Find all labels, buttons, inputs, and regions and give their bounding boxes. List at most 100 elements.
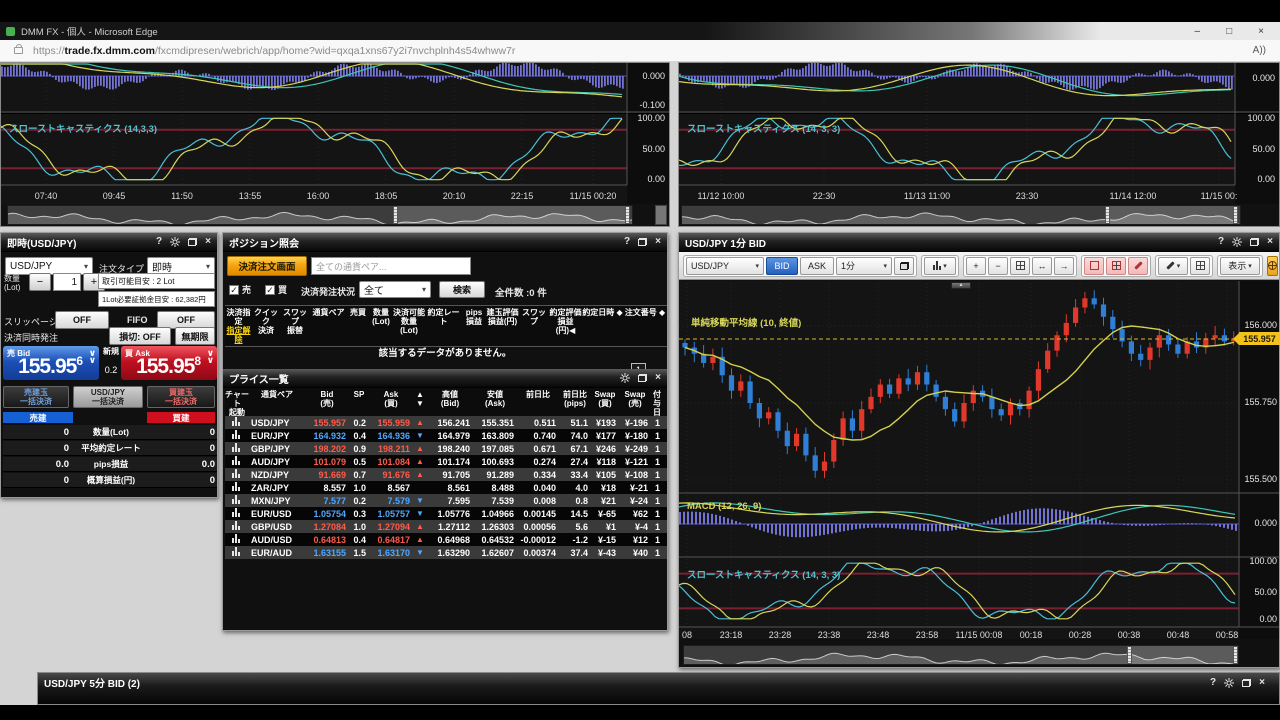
close-panel-icon[interactable]: ×	[205, 237, 211, 247]
close-panel-icon[interactable]: ×	[655, 373, 661, 383]
quantity-minus-button[interactable]: −	[29, 273, 51, 291]
ask-toggle[interactable]: ASK	[800, 257, 834, 275]
settings-gear-icon[interactable]	[1232, 237, 1242, 247]
position-header-cell[interactable]: 決済可能数量(Lot)	[393, 306, 425, 346]
chart-launch-icon[interactable]	[225, 482, 249, 493]
chart-panel-topright[interactable]: 11/12 10:0022:3011/13 11:0023:3011/14 12…	[678, 62, 1280, 227]
main-chart-canvas[interactable]: 0823:1823:2823:3823:4823:5811/15 00:0800…	[679, 281, 1279, 643]
close-panel-icon[interactable]: ×	[1259, 678, 1265, 688]
draw-tool-3-icon[interactable]	[1128, 257, 1148, 275]
close-panel-icon[interactable]: ×	[655, 237, 661, 247]
settings-gear-icon[interactable]	[620, 373, 630, 383]
minimized-chart-bar[interactable]: USD/JPY 5分 BID (2) ? ×	[37, 672, 1280, 705]
pencil-tool-icon[interactable]: ▾	[1158, 257, 1188, 275]
fit-chart-icon[interactable]	[1010, 257, 1030, 275]
chart-pair-select[interactable]: USD/JPY▾	[686, 257, 764, 275]
close-button[interactable]: ×	[1258, 26, 1264, 37]
chart-scrollbar[interactable]	[683, 645, 1239, 665]
maximize-button[interactable]: □	[1226, 26, 1232, 37]
settle-order-button[interactable]: 決済注文画面	[227, 256, 307, 276]
position-header-cell[interactable]: 売買	[347, 306, 369, 346]
close-all-sell-button[interactable]: 売建玉 一括決済	[3, 386, 69, 408]
buy-filter-checkbox[interactable]: ✓買	[265, 283, 287, 296]
position-header-cell[interactable]: クイック決済	[252, 306, 280, 346]
scrollbar-window[interactable]	[1130, 646, 1236, 664]
help-icon[interactable]: ?	[1210, 678, 1216, 688]
scrollbar-handle-left[interactable]	[1127, 646, 1132, 664]
price-list-row[interactable]: AUD/JPY 101.079 0.5 101.084 ▲ 101.174 10…	[225, 455, 667, 468]
buy-ask-button[interactable]: 買 Ask 155.958 ∨∨	[121, 346, 217, 380]
position-table-header[interactable]: 決済指定指定解除クイック決済スワップ振替通貨ペア売買数量(Lot)決済可能数量(…	[225, 305, 667, 347]
popout-icon[interactable]	[188, 238, 197, 246]
scrollbar-handle-left[interactable]	[393, 206, 398, 224]
chart-launch-icon[interactable]	[225, 430, 249, 441]
chart-scrollbar[interactable]	[681, 205, 1241, 225]
display-menu-button[interactable]: 表示▾	[1220, 257, 1260, 275]
close-all-buy-button[interactable]: 買建玉 一括決済	[147, 386, 215, 408]
close-all-pair-button[interactable]: USD/JPY 一括決済	[73, 386, 143, 408]
order-ticket-titlebar[interactable]: 即時(USD/JPY) ? ×	[1, 233, 217, 252]
zoom-in-icon[interactable]: +	[966, 257, 986, 275]
search-button[interactable]: 検索	[439, 281, 485, 298]
main-chart-titlebar[interactable]: USD/JPY 1分 BID ? ×	[679, 233, 1279, 252]
slippage-toggle[interactable]: OFF	[55, 311, 109, 329]
scrollbar-window[interactable]	[396, 206, 628, 224]
timeframe-select[interactable]: 1分▾	[836, 257, 892, 275]
position-header-cell[interactable]: 決済指定指定解除	[225, 306, 252, 346]
scrollbar-handle-left[interactable]	[1105, 206, 1110, 224]
chart-launch-icon[interactable]	[225, 469, 249, 480]
draw-tool-1-icon[interactable]	[1084, 257, 1104, 275]
address-bar[interactable]: https://trade.fx.dmm.com/fxcmdipresen/we…	[0, 40, 1280, 62]
price-list-row[interactable]: MXN/JPY 7.577 0.2 7.579 ▼ 7.595 7.539 0.…	[225, 494, 667, 507]
sell-bid-button[interactable]: 売 Bid 155.956 ∨∨	[3, 346, 99, 380]
checkbox-icon[interactable]: ✓	[265, 285, 275, 295]
help-icon[interactable]: ?	[624, 237, 630, 247]
settings-gear-icon[interactable]	[170, 237, 180, 247]
checkbox-icon[interactable]: ✓	[229, 285, 239, 295]
minimize-button[interactable]: –	[1195, 26, 1201, 37]
popout-icon[interactable]	[638, 238, 647, 246]
position-header-cell[interactable]: 注文番号 ◆	[623, 306, 667, 346]
price-list-row[interactable]: AUD/USD 0.64813 0.4 0.64817 ▲ 0.64968 0.…	[225, 533, 667, 546]
chart-panel-topleft[interactable]: 07:4009:4511:5013:5516:0018:0520:1022:15…	[0, 62, 670, 227]
indicator-panel-icon[interactable]	[1190, 257, 1210, 275]
chart-launch-icon[interactable]	[225, 456, 249, 467]
popout-icon[interactable]	[1242, 679, 1251, 687]
position-header-cell[interactable]: スワップ振替	[280, 306, 310, 346]
popout-icon[interactable]	[638, 374, 647, 382]
pair-filter-input[interactable]: 全ての通貨ペア...	[311, 257, 471, 275]
chart-launch-icon[interactable]	[225, 508, 249, 519]
position-header-cell[interactable]: 数量(Lot)	[369, 306, 393, 346]
bid-toggle[interactable]: BID	[766, 257, 798, 275]
expiry-button[interactable]: 無期限	[175, 327, 215, 345]
help-icon[interactable]: ?	[156, 237, 162, 247]
stop-loss-toggle[interactable]: 損切: OFF	[109, 327, 171, 345]
scrollbar-handle-right[interactable]	[1233, 206, 1238, 224]
scrollbar-window[interactable]	[1108, 206, 1236, 224]
price-list-row[interactable]: NZD/JPY 91.669 0.7 91.676 ▲ 91.705 91.28…	[225, 468, 667, 481]
price-list-row[interactable]: EUR/AUD 1.63155 1.5 1.63170 ▼ 1.63290 1.…	[225, 546, 667, 559]
chart-launch-icon[interactable]	[225, 417, 249, 428]
go-to-latest-icon[interactable]: →	[1054, 257, 1074, 275]
position-header-cell[interactable]: 通貨ペア	[310, 306, 347, 346]
close-panel-icon[interactable]: ×	[1267, 237, 1273, 247]
chart-scrollbar[interactable]	[7, 205, 633, 225]
position-titlebar[interactable]: ポジション照会 ? ×	[223, 233, 667, 252]
settle-status-select[interactable]: 全て▾	[359, 281, 431, 298]
help-icon[interactable]: ?	[1218, 237, 1224, 247]
settings-gear-icon[interactable]	[1224, 678, 1234, 688]
price-list-row[interactable]: EUR/USD 1.05754 0.3 1.05757 ▼ 1.05776 1.…	[225, 507, 667, 520]
horizontal-range-icon[interactable]: ↔	[1032, 257, 1052, 275]
read-aloud-icon[interactable]: A))	[1253, 45, 1266, 56]
price-list-row[interactable]: GBP/USD 1.27084 1.0 1.27094 ▲ 1.27112 1.…	[225, 520, 667, 533]
position-header-cell[interactable]: 建玉評価損益(円)	[486, 306, 519, 346]
quantity-input[interactable]	[53, 273, 81, 291]
crosshair-tool-icon[interactable]	[1267, 256, 1278, 276]
scrollbar-stub[interactable]	[655, 205, 667, 225]
price-list-row[interactable]: GBP/JPY 198.202 0.9 198.211 ▲ 198.240 19…	[225, 442, 667, 455]
collapse-tab[interactable]: ▲	[951, 282, 971, 289]
sell-filter-checkbox[interactable]: ✓売	[229, 283, 251, 296]
chart-launch-icon[interactable]	[225, 534, 249, 545]
pricelist-titlebar[interactable]: プライス一覧 ×	[223, 369, 667, 388]
zoom-out-icon[interactable]: −	[988, 257, 1008, 275]
